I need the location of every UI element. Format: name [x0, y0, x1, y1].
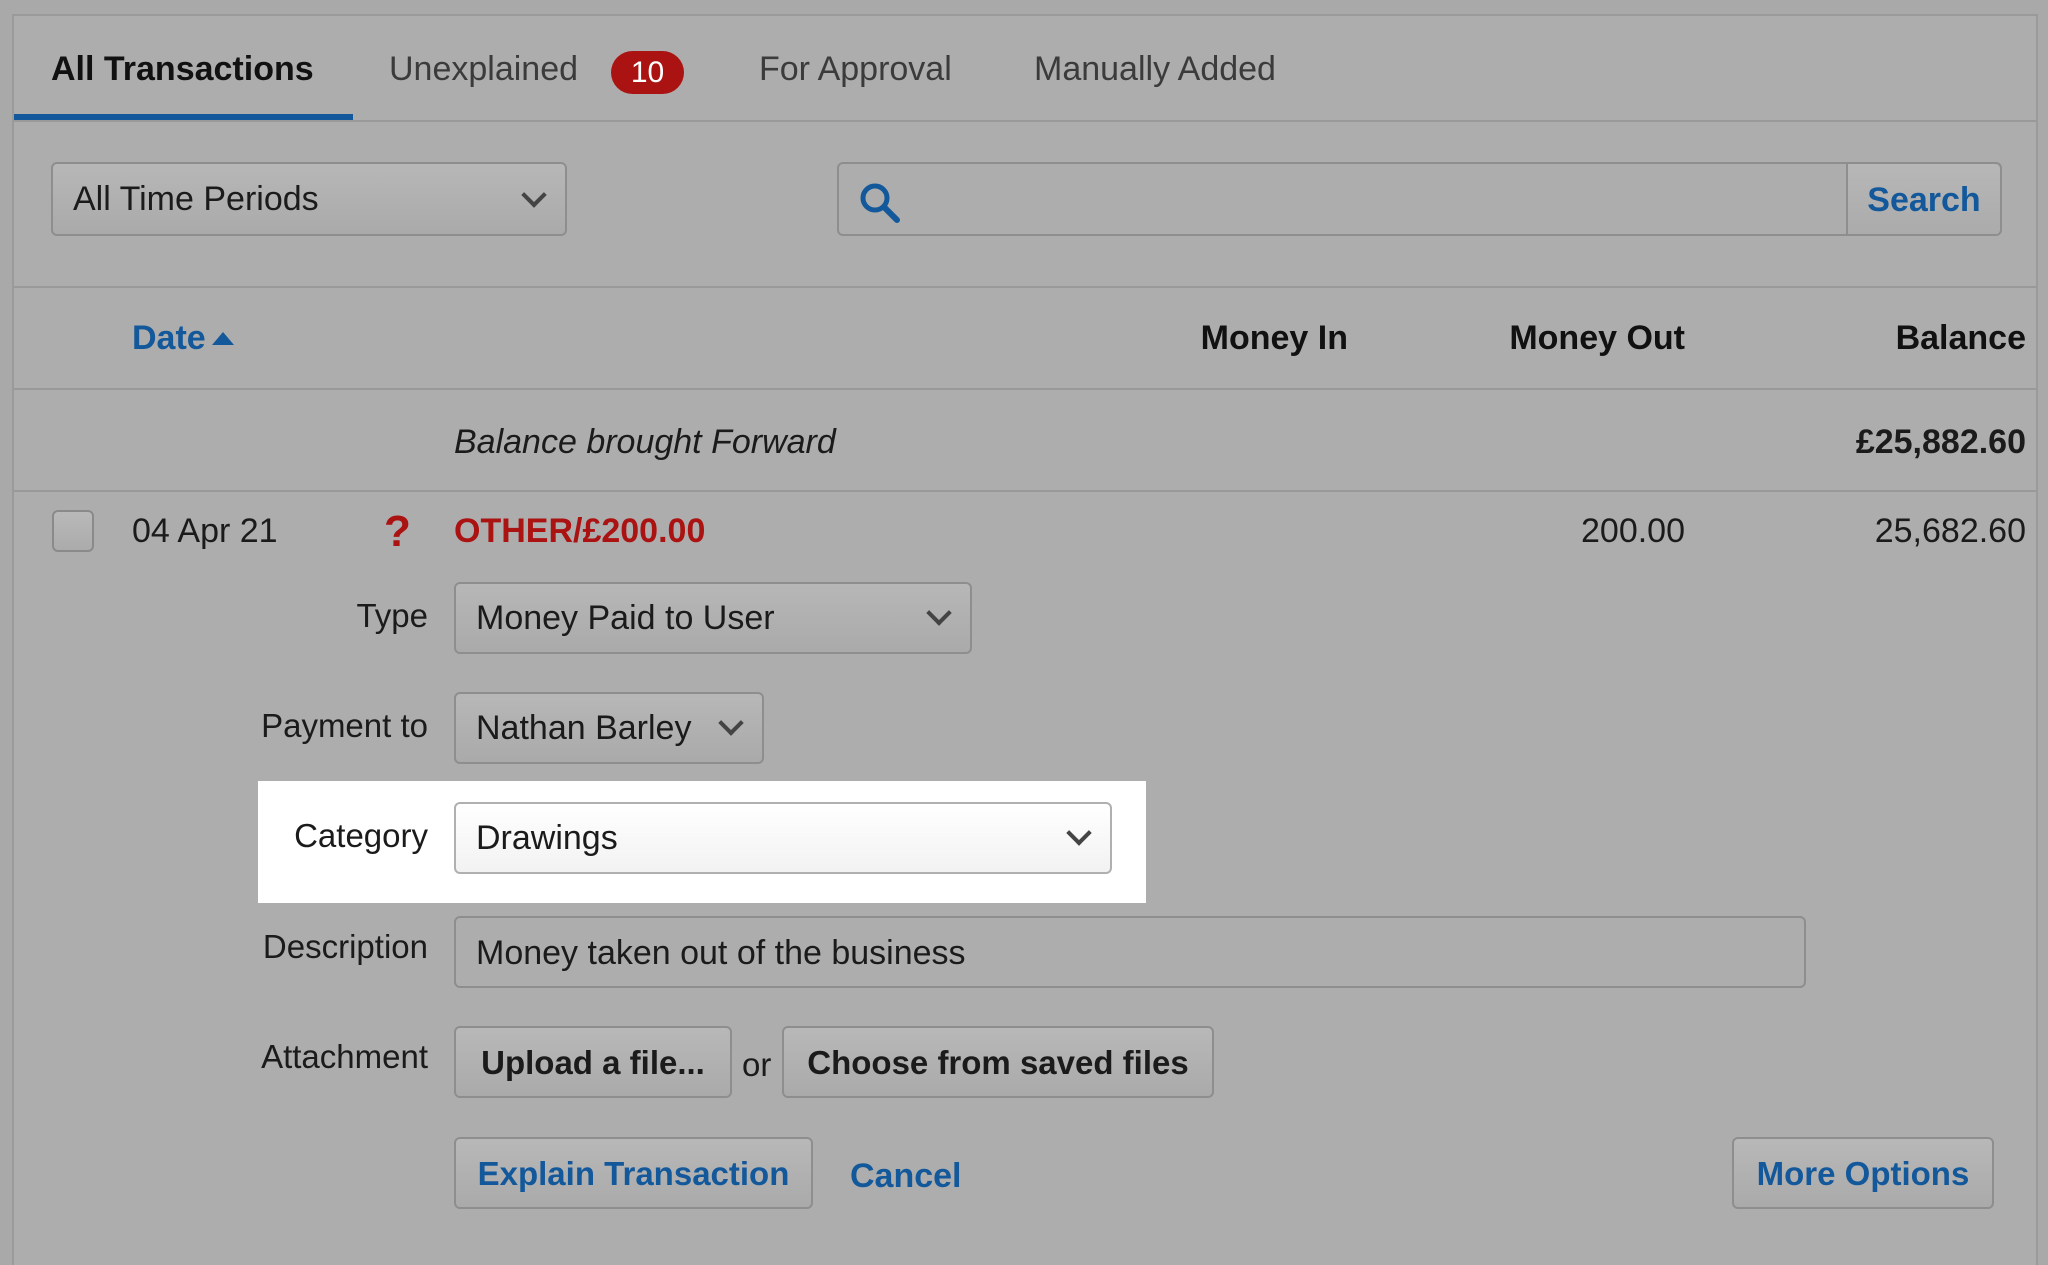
- active-tab-indicator: [14, 114, 353, 120]
- balance-forward-label: Balance brought Forward: [454, 423, 836, 461]
- chevron-down-icon: [718, 710, 744, 736]
- category-label: Category: [294, 817, 428, 854]
- filter-bar: All Time Periods Search: [14, 122, 2036, 288]
- sort-ascending-icon: [211, 332, 234, 345]
- search-icon: [860, 183, 900, 223]
- tab-manually-added[interactable]: Manually Added: [1034, 16, 1276, 120]
- table-header: Date Money In Money Out Balance: [14, 288, 2036, 390]
- explain-transaction-button[interactable]: Explain Transaction: [454, 1137, 813, 1209]
- payment-to-value: Nathan Barley: [476, 709, 692, 747]
- tab-unexplained[interactable]: Unexplained: [389, 16, 578, 120]
- balance-forward-amount: £25,882.60: [1855, 423, 2026, 461]
- description-input[interactable]: Money taken out of the business: [454, 916, 1806, 988]
- type-select[interactable]: Money Paid to User: [454, 582, 972, 654]
- transaction-money-out: 200.00: [1581, 512, 1685, 550]
- upload-file-button[interactable]: Upload a file...: [454, 1026, 732, 1098]
- category-value: Drawings: [476, 819, 618, 857]
- chevron-down-icon: [926, 600, 952, 626]
- category-select[interactable]: Drawings: [454, 802, 1112, 874]
- tab-for-approval[interactable]: For Approval: [759, 16, 952, 120]
- balance-forward-row: Balance brought Forward £25,882.60: [14, 390, 2036, 492]
- transaction-checkbox[interactable]: [52, 510, 94, 552]
- transaction-balance: 25,682.60: [1874, 512, 2026, 550]
- unexplained-count-badge: 10: [611, 51, 684, 94]
- chevron-down-icon: [521, 182, 547, 208]
- date-column-header[interactable]: Date: [132, 288, 234, 388]
- transactions-panel: All Transactions Unexplained 10 For Appr…: [12, 14, 2038, 1265]
- transaction-date: 04 Apr 21: [132, 512, 278, 550]
- money-in-column-header: Money In: [1200, 319, 1348, 357]
- search-box: Search: [837, 162, 2002, 236]
- payment-to-select[interactable]: Nathan Barley: [454, 692, 764, 764]
- date-header-label: Date: [132, 319, 206, 357]
- tab-bar: All Transactions Unexplained 10 For Appr…: [14, 16, 2036, 122]
- choose-saved-files-button[interactable]: Choose from saved files: [782, 1026, 1214, 1098]
- balance-column-header: Balance: [1895, 319, 2026, 357]
- or-text: or: [742, 1046, 772, 1083]
- type-label: Type: [356, 597, 428, 634]
- type-value: Money Paid to User: [476, 599, 775, 637]
- search-input[interactable]: [925, 172, 1829, 228]
- search-button[interactable]: Search: [1846, 164, 2000, 234]
- attachment-label: Attachment: [261, 1038, 428, 1075]
- chevron-down-icon: [1066, 820, 1092, 846]
- money-out-column-header: Money Out: [1509, 319, 1685, 357]
- tab-all-transactions[interactable]: All Transactions: [51, 16, 314, 120]
- transaction-name: OTHER/£200.00: [454, 512, 706, 550]
- description-label: Description: [262, 928, 428, 965]
- time-period-value: All Time Periods: [73, 180, 319, 218]
- time-period-select[interactable]: All Time Periods: [51, 162, 567, 236]
- cancel-link[interactable]: Cancel: [850, 1157, 962, 1196]
- payment-to-label: Payment to: [261, 707, 428, 744]
- more-options-button[interactable]: More Options: [1732, 1137, 1994, 1209]
- unexplained-question-icon: ?: [384, 507, 411, 556]
